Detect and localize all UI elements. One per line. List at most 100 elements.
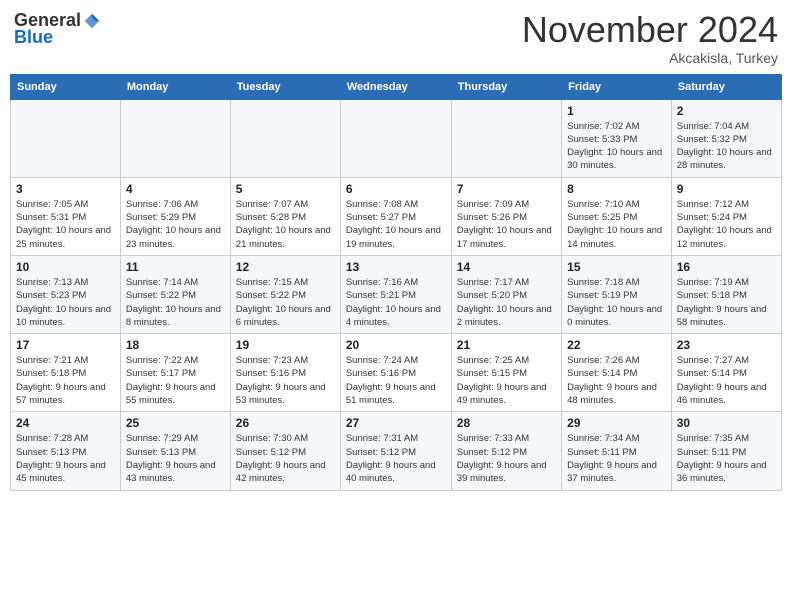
day-info: Sunrise: 7:12 AM Sunset: 5:24 PM Dayligh…	[677, 198, 776, 251]
day-number: 6	[346, 182, 446, 196]
day-info: Sunrise: 7:35 AM Sunset: 5:11 PM Dayligh…	[677, 432, 776, 485]
calendar-cell: 30 Sunrise: 7:35 AM Sunset: 5:11 PM Dayli…	[671, 412, 781, 490]
day-number: 17	[16, 338, 115, 352]
calendar-cell: 11 Sunrise: 7:14 AM Sunset: 5:22 PM Dayli…	[120, 255, 230, 333]
day-number: 8	[567, 182, 666, 196]
day-info: Sunrise: 7:27 AM Sunset: 5:14 PM Dayligh…	[677, 354, 776, 407]
day-number: 22	[567, 338, 666, 352]
weekday-row: SundayMondayTuesdayWednesdayThursdayFrid…	[11, 74, 782, 99]
day-info: Sunrise: 7:30 AM Sunset: 5:12 PM Dayligh…	[236, 432, 335, 485]
day-number: 5	[236, 182, 335, 196]
day-number: 20	[346, 338, 446, 352]
day-info: Sunrise: 7:17 AM Sunset: 5:20 PM Dayligh…	[457, 276, 556, 329]
calendar-cell: 1 Sunrise: 7:02 AM Sunset: 5:33 PM Daylig…	[562, 99, 672, 177]
title-block: November 2024 Akcakisla, Turkey	[522, 10, 778, 66]
day-info: Sunrise: 7:06 AM Sunset: 5:29 PM Dayligh…	[126, 198, 225, 251]
day-info: Sunrise: 7:26 AM Sunset: 5:14 PM Dayligh…	[567, 354, 666, 407]
calendar-cell: 5Sunrise: 7:07 AM Sunset: 5:28 PM Daylig…	[230, 177, 340, 255]
weekday-header: Friday	[562, 74, 672, 99]
day-info: Sunrise: 7:04 AM Sunset: 5:32 PM Dayligh…	[677, 120, 776, 173]
calendar-week-row: 17Sunrise: 7:21 AM Sunset: 5:18 PM Dayli…	[11, 334, 782, 412]
day-number: 4	[126, 182, 225, 196]
month-title: November 2024	[522, 10, 778, 50]
calendar-cell: 29 Sunrise: 7:34 AM Sunset: 5:11 PM Dayli…	[562, 412, 672, 490]
calendar-cell: 10 Sunrise: 7:13 AM Sunset: 5:23 PM Dayli…	[11, 255, 121, 333]
day-info: Sunrise: 7:05 AM Sunset: 5:31 PM Dayligh…	[16, 198, 115, 251]
calendar-cell: 16 Sunrise: 7:19 AM Sunset: 5:18 PM Dayli…	[671, 255, 781, 333]
day-number: 1	[567, 104, 666, 118]
calendar-cell: 3Sunrise: 7:05 AM Sunset: 5:31 PM Daylig…	[11, 177, 121, 255]
calendar-cell: 15 Sunrise: 7:18 AM Sunset: 5:19 PM Dayli…	[562, 255, 672, 333]
day-number: 2	[677, 104, 776, 118]
day-number: 26	[236, 416, 335, 430]
day-number: 11	[126, 260, 225, 274]
day-info: Sunrise: 7:08 AM Sunset: 5:27 PM Dayligh…	[346, 198, 446, 251]
calendar-cell: 9 Sunrise: 7:12 AM Sunset: 5:24 PM Daylig…	[671, 177, 781, 255]
location: Akcakisla, Turkey	[522, 50, 778, 66]
calendar-cell: 20 Sunrise: 7:24 AM Sunset: 5:16 PM Dayli…	[340, 334, 451, 412]
day-number: 25	[126, 416, 225, 430]
day-number: 30	[677, 416, 776, 430]
day-number: 27	[346, 416, 446, 430]
calendar-cell: 2 Sunrise: 7:04 AM Sunset: 5:32 PM Daylig…	[671, 99, 781, 177]
day-info: Sunrise: 7:14 AM Sunset: 5:22 PM Dayligh…	[126, 276, 225, 329]
day-number: 9	[677, 182, 776, 196]
calendar-cell: 27Sunrise: 7:31 AM Sunset: 5:12 PM Dayli…	[340, 412, 451, 490]
calendar-cell	[120, 99, 230, 177]
day-number: 15	[567, 260, 666, 274]
calendar-cell: 6 Sunrise: 7:08 AM Sunset: 5:27 PM Daylig…	[340, 177, 451, 255]
calendar-table: SundayMondayTuesdayWednesdayThursdayFrid…	[10, 74, 782, 491]
day-number: 13	[346, 260, 446, 274]
day-number: 19	[236, 338, 335, 352]
day-number: 21	[457, 338, 556, 352]
calendar-week-row: 1 Sunrise: 7:02 AM Sunset: 5:33 PM Daylig…	[11, 99, 782, 177]
day-info: Sunrise: 7:18 AM Sunset: 5:19 PM Dayligh…	[567, 276, 666, 329]
calendar-cell: 7 Sunrise: 7:09 AM Sunset: 5:26 PM Daylig…	[451, 177, 561, 255]
weekday-header: Thursday	[451, 74, 561, 99]
calendar-cell: 25 Sunrise: 7:29 AM Sunset: 5:13 PM Dayli…	[120, 412, 230, 490]
calendar-cell: 23 Sunrise: 7:27 AM Sunset: 5:14 PM Dayli…	[671, 334, 781, 412]
calendar-cell: 17Sunrise: 7:21 AM Sunset: 5:18 PM Dayli…	[11, 334, 121, 412]
calendar-cell: 19 Sunrise: 7:23 AM Sunset: 5:16 PM Dayli…	[230, 334, 340, 412]
page-header: General Blue November 2024 Akcakisla, Tu…	[10, 10, 782, 66]
calendar-week-row: 24Sunrise: 7:28 AM Sunset: 5:13 PM Dayli…	[11, 412, 782, 490]
weekday-header: Saturday	[671, 74, 781, 99]
day-info: Sunrise: 7:15 AM Sunset: 5:22 PM Dayligh…	[236, 276, 335, 329]
day-info: Sunrise: 7:23 AM Sunset: 5:16 PM Dayligh…	[236, 354, 335, 407]
day-info: Sunrise: 7:28 AM Sunset: 5:13 PM Dayligh…	[16, 432, 115, 485]
calendar-cell	[340, 99, 451, 177]
calendar-week-row: 10 Sunrise: 7:13 AM Sunset: 5:23 PM Dayli…	[11, 255, 782, 333]
day-info: Sunrise: 7:24 AM Sunset: 5:16 PM Dayligh…	[346, 354, 446, 407]
day-info: Sunrise: 7:33 AM Sunset: 5:12 PM Dayligh…	[457, 432, 556, 485]
day-info: Sunrise: 7:16 AM Sunset: 5:21 PM Dayligh…	[346, 276, 446, 329]
day-number: 7	[457, 182, 556, 196]
day-info: Sunrise: 7:29 AM Sunset: 5:13 PM Dayligh…	[126, 432, 225, 485]
weekday-header: Monday	[120, 74, 230, 99]
day-number: 16	[677, 260, 776, 274]
calendar-cell: 14Sunrise: 7:17 AM Sunset: 5:20 PM Dayli…	[451, 255, 561, 333]
day-info: Sunrise: 7:34 AM Sunset: 5:11 PM Dayligh…	[567, 432, 666, 485]
day-info: Sunrise: 7:19 AM Sunset: 5:18 PM Dayligh…	[677, 276, 776, 329]
day-number: 18	[126, 338, 225, 352]
calendar-cell: 8 Sunrise: 7:10 AM Sunset: 5:25 PM Daylig…	[562, 177, 672, 255]
day-info: Sunrise: 7:10 AM Sunset: 5:25 PM Dayligh…	[567, 198, 666, 251]
day-number: 23	[677, 338, 776, 352]
day-number: 10	[16, 260, 115, 274]
calendar-cell	[11, 99, 121, 177]
day-info: Sunrise: 7:13 AM Sunset: 5:23 PM Dayligh…	[16, 276, 115, 329]
day-number: 29	[567, 416, 666, 430]
day-info: Sunrise: 7:02 AM Sunset: 5:33 PM Dayligh…	[567, 120, 666, 173]
logo-icon	[83, 12, 101, 30]
day-info: Sunrise: 7:09 AM Sunset: 5:26 PM Dayligh…	[457, 198, 556, 251]
day-number: 12	[236, 260, 335, 274]
calendar-cell	[230, 99, 340, 177]
logo: General Blue	[14, 10, 101, 48]
calendar-week-row: 3Sunrise: 7:05 AM Sunset: 5:31 PM Daylig…	[11, 177, 782, 255]
calendar-cell	[451, 99, 561, 177]
calendar-cell: 4 Sunrise: 7:06 AM Sunset: 5:29 PM Daylig…	[120, 177, 230, 255]
logo-blue-text: Blue	[14, 27, 53, 48]
calendar-cell: 21Sunrise: 7:25 AM Sunset: 5:15 PM Dayli…	[451, 334, 561, 412]
weekday-header: Sunday	[11, 74, 121, 99]
calendar-header: SundayMondayTuesdayWednesdayThursdayFrid…	[11, 74, 782, 99]
calendar-cell: 28Sunrise: 7:33 AM Sunset: 5:12 PM Dayli…	[451, 412, 561, 490]
